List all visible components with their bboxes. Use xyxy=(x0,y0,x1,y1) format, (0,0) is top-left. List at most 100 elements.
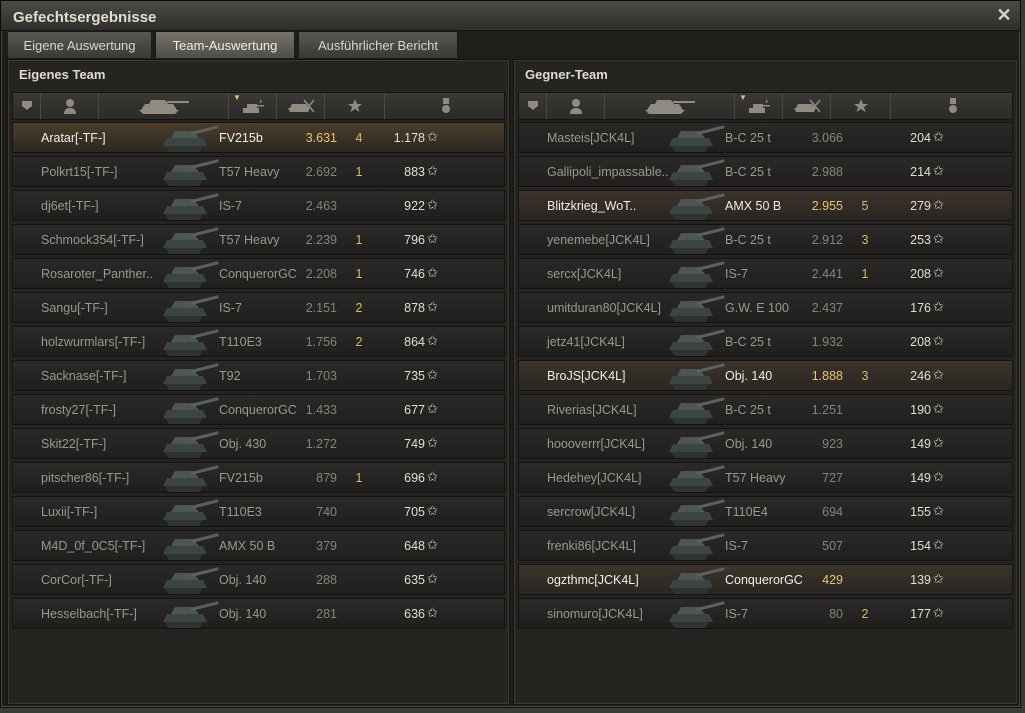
enemy-header-player-column[interactable] xyxy=(547,93,605,119)
damage-value: 2.437 xyxy=(811,301,843,315)
player-name[interactable]: M4D_0f_0C5[-TF-] xyxy=(41,539,145,553)
own-header-xp-star-column[interactable] xyxy=(325,93,385,119)
table-row[interactable]: Aratar[-TF-] FV215b 3.631 4 1.178 ✩ xyxy=(12,122,505,153)
player-name[interactable]: sercx[JCK4L] xyxy=(547,267,621,281)
star-icon: ✩ xyxy=(933,333,944,348)
table-row[interactable]: Sacknase[-TF-] T92 1.703 735 ✩ xyxy=(12,360,505,391)
table-row[interactable]: frenki86[JCK4L] IS-7 507 154 ✩ xyxy=(518,530,1013,561)
player-name[interactable]: Blitzkrieg_WoT.. xyxy=(547,199,636,213)
player-name[interactable]: Luxii[-TF-] xyxy=(41,505,97,519)
table-row[interactable]: frosty27[-TF-] ConquerorGC 1.433 677 ✩ xyxy=(12,394,505,425)
table-row[interactable]: hooоverrr[JCK4L] Obj. 140 923 149 ✩ xyxy=(518,428,1013,459)
tank-icon xyxy=(161,292,223,324)
own-header-tank-column[interactable] xyxy=(99,93,229,119)
table-row[interactable]: Gallipoli_impassable.. B-C 25 t 2.988 214 ✩ xyxy=(518,156,1013,187)
enemy-header-kills-column[interactable] xyxy=(783,93,831,119)
table-row[interactable]: sercx[JCK4L] IS-7 2.441 1 208 ✩ xyxy=(518,258,1013,289)
own-header-player-column[interactable] xyxy=(41,93,99,119)
star-icon: ✩ xyxy=(427,537,438,552)
table-row[interactable]: M4D_0f_0C5[-TF-] AMX 50 B 379 648 ✩ xyxy=(12,530,505,561)
player-name[interactable]: frosty27[-TF-] xyxy=(41,403,116,417)
own-header-medal-column[interactable] xyxy=(385,93,506,119)
player-name[interactable]: CorCor[-TF-] xyxy=(41,573,112,587)
player-name[interactable]: Polkrt15[-TF-] xyxy=(41,165,117,179)
player-name[interactable]: BroJS[JCK4L] xyxy=(547,369,626,383)
player-name[interactable]: Riverias[JCK4L] xyxy=(547,403,637,417)
damage-value: 281 xyxy=(316,607,337,621)
player-name[interactable]: Masteis[JCK4L] xyxy=(547,131,635,145)
player-name[interactable]: Gallipoli_impassable.. xyxy=(547,165,669,179)
player-name[interactable]: dj6et[-TF-] xyxy=(41,199,99,213)
table-row[interactable]: BroJS[JCK4L] Obj. 140 1.888 3 246 ✩ xyxy=(518,360,1013,391)
tab-own-evaluation[interactable]: Eigene Auswertung xyxy=(7,31,152,58)
xp-value: 149 xyxy=(910,437,931,451)
xp-value: 735 xyxy=(404,369,425,383)
close-icon[interactable]: ✕ xyxy=(994,5,1014,25)
player-name[interactable]: Hedehey[JCK4L] xyxy=(547,471,642,485)
player-name[interactable]: Rosaroter_Panther.. xyxy=(41,267,153,281)
table-row[interactable]: Masteis[JCK4L] B-C 25 t 3.066 204 ✩ xyxy=(518,122,1013,153)
kills-value: 3 xyxy=(861,369,869,383)
tab-team-evaluation[interactable]: Team-Auswertung xyxy=(155,31,295,58)
table-row[interactable]: Luxii[-TF-] T110E3 740 705 ✩ xyxy=(12,496,505,527)
table-row[interactable]: sinomuro[JCK4L] IS-7 80 2 177 ✩ xyxy=(518,598,1013,629)
player-name[interactable]: umitduran80[JCK4L] xyxy=(547,301,661,315)
star-icon: ✩ xyxy=(933,469,944,484)
table-row[interactable]: holzwurmlars[-TF-] T110E3 1.756 2 864 ✩ xyxy=(12,326,505,357)
table-row[interactable]: Sangu[-TF-] IS-7 2.151 2 878 ✩ xyxy=(12,292,505,323)
tab-detailed-report[interactable]: Ausführlicher Bericht xyxy=(298,31,458,58)
player-name[interactable]: Hesselbach[-TF-] xyxy=(41,607,137,621)
table-row[interactable]: dj6et[-TF-] IS-7 2.463 922 ✩ xyxy=(12,190,505,221)
xp-value: 696 xyxy=(404,471,425,485)
player-name[interactable]: Sacknase[-TF-] xyxy=(41,369,126,383)
table-row[interactable]: Hedehey[JCK4L] T57 Heavy 727 149 ✩ xyxy=(518,462,1013,493)
player-name[interactable]: Aratar[-TF-] xyxy=(41,131,106,145)
player-name[interactable]: sinomuro[JCK4L] xyxy=(547,607,643,621)
tank-name: IS-7 xyxy=(725,539,748,553)
player-name[interactable]: pitscher86[-TF-] xyxy=(41,471,129,485)
table-row[interactable]: Schmock354[-TF-] T57 Heavy 2.239 1 796 ✩ xyxy=(12,224,505,255)
own-header-squad-column[interactable] xyxy=(13,93,41,119)
tank-icon xyxy=(161,224,223,256)
enemy-header-damage-column[interactable]: ▼ xyxy=(735,93,783,119)
star-icon: ✩ xyxy=(933,571,944,586)
table-row[interactable]: Blitzkrieg_WoT.. AMX 50 B 2.955 5 279 ✩ xyxy=(518,190,1013,221)
player-name[interactable]: holzwurmlars[-TF-] xyxy=(41,335,145,349)
table-row[interactable]: CorCor[-TF-] Obj. 140 288 635 ✩ xyxy=(12,564,505,595)
player-name[interactable]: jetz41[JCK4L] xyxy=(547,335,625,349)
table-row[interactable]: yenemebe[JCK4L] B-C 25 t 2.912 3 253 ✩ xyxy=(518,224,1013,255)
table-row[interactable]: Hesselbach[-TF-] Obj. 140 281 636 ✩ xyxy=(12,598,505,629)
table-row[interactable]: Skit22[-TF-] Obj. 430 1.272 749 ✩ xyxy=(12,428,505,459)
player-name[interactable]: hooоverrr[JCK4L] xyxy=(547,437,645,451)
table-row[interactable]: Riverias[JCK4L] B-C 25 t 1.251 190 ✩ xyxy=(518,394,1013,425)
xp-value: 149 xyxy=(910,471,931,485)
table-row[interactable]: jetz41[JCK4L] B-C 25 t 1.932 208 ✩ xyxy=(518,326,1013,357)
player-name[interactable]: sercrow[JCK4L] xyxy=(547,505,635,519)
own-header-kills-column[interactable] xyxy=(277,93,325,119)
enemy-header-medal-column[interactable] xyxy=(891,93,1014,119)
player-name[interactable]: Skit22[-TF-] xyxy=(41,437,106,451)
player-name[interactable]: frenki86[JCK4L] xyxy=(547,539,636,553)
tank-icon xyxy=(161,360,223,392)
player-name[interactable]: Sangu[-TF-] xyxy=(41,301,108,315)
own-header-damage-column[interactable]: ▼ xyxy=(229,93,277,119)
own-team-panel: Eigenes Team ▼ Aratar[-TF-] FV215b 3.631 4 1… xyxy=(7,59,510,705)
table-row[interactable]: Rosaroter_Panther.. ConquerorGC 2.208 1 746 ✩ xyxy=(12,258,505,289)
xp-value: 878 xyxy=(404,301,425,315)
enemy-header-xp-star-column[interactable] xyxy=(831,93,891,119)
tank-icon xyxy=(161,326,223,358)
damage-value: 1.756 xyxy=(305,335,337,349)
table-row[interactable]: pitscher86[-TF-] FV215b 879 1 696 ✩ xyxy=(12,462,505,493)
player-name[interactable]: ogzthmc[JCK4L] xyxy=(547,573,639,587)
table-row[interactable]: ogzthmc[JCK4L] ConquerorGC 429 139 ✩ xyxy=(518,564,1013,595)
table-row[interactable]: sercrow[JCK4L] T110E4 694 155 ✩ xyxy=(518,496,1013,527)
enemy-header-squad-column[interactable] xyxy=(519,93,547,119)
title-bar[interactable]: Gefechtsergebnisse ✕ xyxy=(1,1,1020,31)
tank-name: T57 Heavy xyxy=(219,165,280,179)
enemy-header-tank-column[interactable] xyxy=(605,93,735,119)
player-name[interactable]: yenemebe[JCK4L] xyxy=(547,233,650,247)
table-row[interactable]: umitduran80[JCK4L] G.W. E 100 2.437 176 ✩ xyxy=(518,292,1013,323)
kills-value: 4 xyxy=(355,131,363,145)
table-row[interactable]: Polkrt15[-TF-] T57 Heavy 2.692 1 883 ✩ xyxy=(12,156,505,187)
player-name[interactable]: Schmock354[-TF-] xyxy=(41,233,144,247)
